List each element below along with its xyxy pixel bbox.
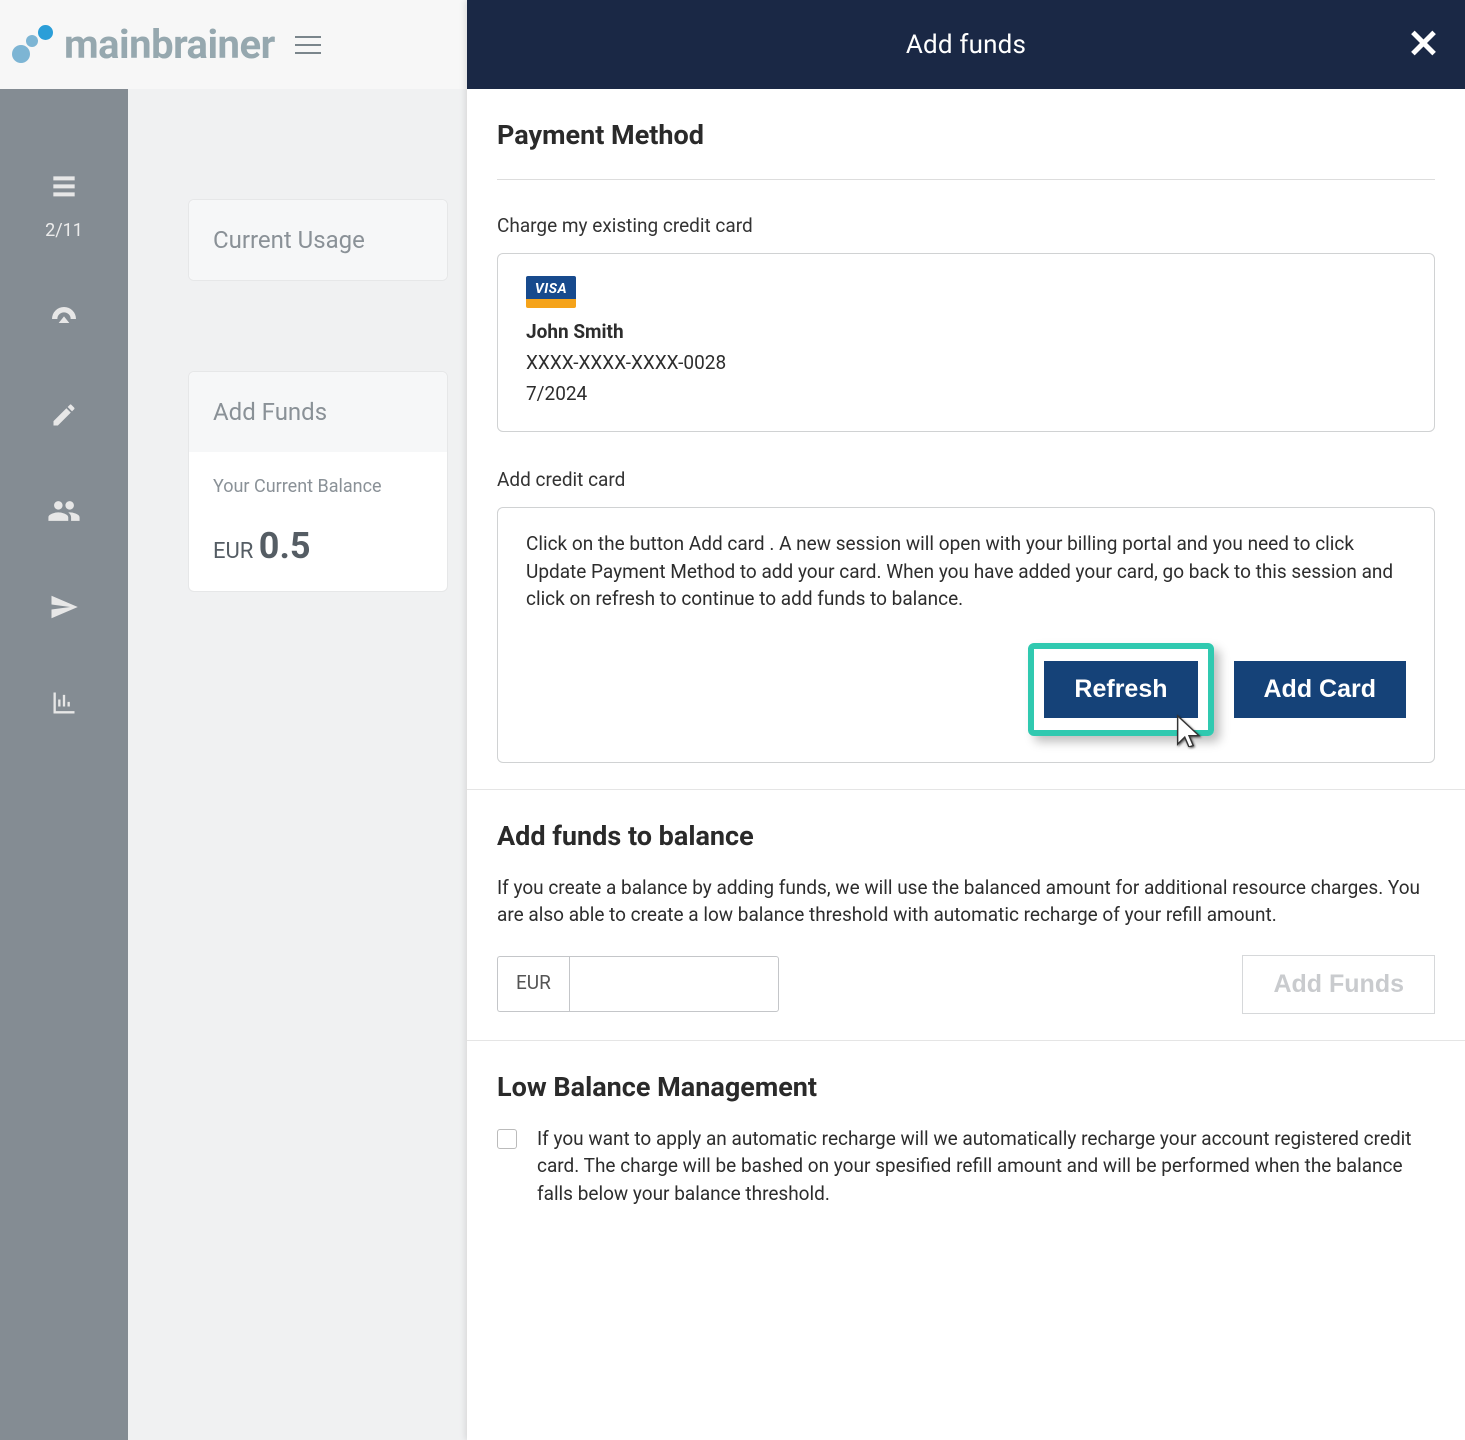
- add-card-label: Add credit card: [497, 468, 1435, 491]
- refresh-highlight: Refresh: [1028, 643, 1213, 736]
- menu-toggle-button[interactable]: [295, 36, 321, 54]
- payment-method-heading: Payment Method: [497, 119, 1435, 151]
- add-funds-button[interactable]: Add Funds: [1242, 955, 1435, 1014]
- add-card-help-text: Click on the button Add card . A new ses…: [526, 530, 1406, 613]
- cursor-icon: [1172, 713, 1206, 751]
- card-number-masked: XXXX-XXXX-XXXX-0028: [526, 351, 1406, 374]
- edit-icon[interactable]: [46, 397, 82, 433]
- charge-existing-label: Charge my existing credit card: [497, 214, 1435, 237]
- brand-logo: mainbrainer: [10, 21, 275, 68]
- sidebar: 2/11: [0, 89, 128, 1440]
- dashboard-icon[interactable]: [46, 301, 82, 337]
- panel-title: Add funds: [906, 30, 1026, 60]
- background-content: Current Usage Add Funds Your Current Bal…: [128, 89, 467, 1440]
- users-icon[interactable]: [46, 493, 82, 529]
- logo-icon: [10, 25, 58, 65]
- add-card-box: Click on the button Add card . A new ses…: [497, 507, 1435, 763]
- card-holder: John Smith: [526, 320, 1406, 343]
- add-funds-heading: Add funds to balance: [497, 820, 1435, 852]
- tab-current-usage[interactable]: Current Usage: [189, 200, 447, 280]
- low-balance-description: If you want to apply an automatic rechar…: [537, 1125, 1435, 1208]
- panel-header: Add funds: [467, 0, 1465, 89]
- add-funds-description: If you create a balance by adding funds,…: [497, 874, 1435, 929]
- refresh-button[interactable]: Refresh: [1044, 661, 1197, 718]
- chart-icon[interactable]: [46, 685, 82, 721]
- amount-input-group: EUR: [497, 956, 779, 1012]
- existing-card-box[interactable]: VISA John Smith XXXX-XXXX-XXXX-0028 7/20…: [497, 253, 1435, 432]
- close-icon[interactable]: [1407, 28, 1437, 58]
- visa-icon: VISA: [526, 276, 576, 308]
- amount-input[interactable]: [569, 956, 779, 1012]
- card-expiry: 7/2024: [526, 382, 1406, 405]
- low-balance-heading: Low Balance Management: [497, 1071, 1435, 1103]
- checklist-icon[interactable]: [46, 169, 82, 205]
- add-funds-card-title: Add Funds: [189, 372, 447, 452]
- balance-label: Your Current Balance: [213, 476, 423, 497]
- balance-value: EUR 0.5: [213, 525, 423, 567]
- auto-recharge-checkbox[interactable]: [497, 1129, 517, 1149]
- amount-currency: EUR: [497, 956, 569, 1012]
- send-icon[interactable]: [46, 589, 82, 625]
- add-funds-panel: Add funds Payment Method Charge my exist…: [467, 0, 1465, 1440]
- sidebar-progress: 2/11: [45, 220, 83, 241]
- add-card-button[interactable]: Add Card: [1234, 661, 1407, 718]
- brand-name: mainbrainer: [64, 21, 275, 68]
- topbar: mainbrainer: [0, 0, 467, 89]
